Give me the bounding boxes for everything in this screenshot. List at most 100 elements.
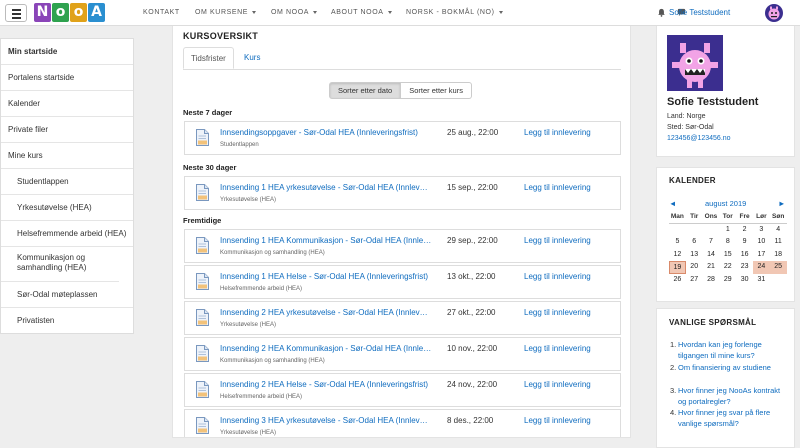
nav-kontakt[interactable]: KONTAKT xyxy=(143,0,180,26)
faq-item[interactable]: 1. Hvordan kan jeg forlenge tilgangen til… xyxy=(670,339,790,361)
faq-item[interactable]: 3. Hvor finner jeg NooAs kontrakt og port… xyxy=(670,385,790,407)
logo-letter: A xyxy=(88,3,105,22)
calendar-day[interactable]: 30 xyxy=(736,274,753,287)
tab-tidsfrister[interactable]: Tidsfrister xyxy=(183,47,234,69)
calendar-day[interactable]: 24 xyxy=(752,261,770,274)
assignment-icon xyxy=(196,184,209,201)
add-submission-link[interactable]: Legg til innlevering xyxy=(524,416,591,425)
calendar-day[interactable]: 23 xyxy=(736,261,753,274)
calendar-day[interactable]: 11 xyxy=(770,236,787,249)
assignment-icon xyxy=(196,273,209,290)
sidebar-item-min-startside[interactable]: Min startside xyxy=(1,39,133,65)
calendar-day[interactable]: 5 xyxy=(669,236,686,249)
deadline-row: Innsending 1 HEA Kommunikasjon - Sør-Oda… xyxy=(184,229,621,263)
weekday-label: Tir xyxy=(685,211,703,224)
calendar-day[interactable]: 13 xyxy=(686,249,703,262)
sidebar-item-privatisten[interactable]: Privatisten xyxy=(1,308,133,333)
sort-by-date-button[interactable]: Sorter etter dato xyxy=(329,82,402,99)
nooa-logo[interactable]: N o o A xyxy=(34,3,106,23)
sidebar-item-yrkesutovelse[interactable]: Yrkesutøvelse (HEA) xyxy=(1,195,133,221)
calendar-day[interactable]: 26 xyxy=(669,274,686,287)
add-submission-link[interactable]: Legg til innlevering xyxy=(524,272,591,281)
profile-avatar[interactable] xyxy=(667,35,723,91)
sidebar-item-private-filer[interactable]: Private filer xyxy=(1,117,133,143)
deadline-title[interactable]: Innsending 2 HEA Helse - Sør-Odal HEA (I… xyxy=(220,380,432,389)
calendar-day[interactable]: 8 xyxy=(719,236,736,249)
calendar-day xyxy=(703,224,720,237)
deadline-date: 13 okt., 22:00 xyxy=(447,272,496,281)
deadline-course: Kommunikasjon og samhandling (HEA) xyxy=(220,250,325,256)
sidebar-item-kommunikasjon[interactable]: Kommunikasjon og samhandling (HEA) xyxy=(1,247,119,282)
calendar-day[interactable]: 6 xyxy=(686,236,703,249)
calendar-day[interactable]: 25 xyxy=(769,261,787,274)
bell-icon[interactable] xyxy=(657,8,666,17)
deadline-title[interactable]: Innsending 1 HEA Kommunikasjon - Sør-Oda… xyxy=(220,236,432,245)
tab-kurs[interactable]: Kurs xyxy=(237,47,267,69)
deadline-title[interactable]: Innsending 2 HEA Kommunikasjon - Sør-Oda… xyxy=(220,344,432,353)
deadline-date: 29 sep., 22:00 xyxy=(447,236,498,245)
deadline-title[interactable]: Innsending 1 HEA Helse - Sør-Odal HEA (I… xyxy=(220,272,432,281)
calendar-day[interactable]: 17 xyxy=(753,249,770,262)
nav-om-kursene[interactable]: OM KURSENE xyxy=(195,0,257,26)
calendar-day[interactable]: 20 xyxy=(686,261,703,274)
sidebar-item-moteplassen[interactable]: Sør-Odal møteplassen xyxy=(1,282,133,308)
add-submission-link[interactable]: Legg til innlevering xyxy=(524,380,591,389)
deadline-title[interactable]: Innsending 2 HEA yrkesutøvelse - Sør-Oda… xyxy=(220,308,432,317)
section-heading: Neste 7 dager xyxy=(183,108,233,117)
calendar-month[interactable]: august 2019 xyxy=(705,199,746,208)
calendar-day[interactable]: 28 xyxy=(703,274,720,287)
user-menu-name[interactable]: Sofie Teststudent xyxy=(669,0,730,26)
nav-om-nooa[interactable]: OM NOOA xyxy=(271,0,318,26)
calendar-day xyxy=(686,224,703,237)
calendar-day[interactable]: 15 xyxy=(719,249,736,262)
calendar-day[interactable]: 3 xyxy=(753,224,770,237)
calendar-block: KALENDER ◄ august 2019 ► Man Tir Ons Tor Fre… xyxy=(656,167,795,302)
calendar-day[interactable]: 18 xyxy=(770,249,787,262)
user-avatar[interactable] xyxy=(765,4,783,22)
deadline-date: 10 nov., 22:00 xyxy=(447,344,498,353)
calendar-next-button[interactable]: ► xyxy=(778,199,785,208)
calendar-day[interactable]: 7 xyxy=(703,236,720,249)
sort-by-course-button[interactable]: Sorter etter kurs xyxy=(401,82,472,99)
deadline-row: Innsending 3 HEA yrkesutøvelse - Sør-Oda… xyxy=(184,409,621,437)
nav-about-nooa[interactable]: ABOUT NOOA xyxy=(331,0,392,26)
add-submission-link[interactable]: Legg til innlevering xyxy=(524,344,591,353)
monster-picture xyxy=(667,35,723,91)
sidebar-item-studentlappen[interactable]: Studentlappen xyxy=(1,169,133,195)
faq-item[interactable]: 2. Om finansiering av studiene xyxy=(670,362,790,373)
calendar-day[interactable]: 12 xyxy=(669,249,686,262)
calendar-day[interactable]: 19 xyxy=(669,261,686,274)
tab-bar: Tidsfrister Kurs xyxy=(183,47,621,70)
calendar-day[interactable]: 14 xyxy=(703,249,720,262)
calendar-day[interactable]: 27 xyxy=(686,274,703,287)
deadline-title[interactable]: Innsending 3 HEA yrkesutøvelse - Sør-Oda… xyxy=(220,416,432,425)
faq-item[interactable]: 4. Hvor finner jeg svar på flere vanlige … xyxy=(670,407,790,429)
add-submission-link[interactable]: Legg til innlevering xyxy=(524,308,591,317)
calendar-day[interactable]: 2 xyxy=(736,224,753,237)
calendar-day[interactable]: 21 xyxy=(703,261,720,274)
calendar-day[interactable]: 16 xyxy=(736,249,753,262)
calendar-day[interactable]: 10 xyxy=(753,236,770,249)
sidebar-item-mine-kurs[interactable]: Mine kurs xyxy=(1,143,133,169)
add-submission-link[interactable]: Legg til innlevering xyxy=(524,236,591,245)
calendar-day[interactable]: 9 xyxy=(736,236,753,249)
add-submission-link[interactable]: Legg til innlevering xyxy=(524,183,591,192)
menu-toggle-button[interactable] xyxy=(5,4,27,22)
calendar-day[interactable]: 1 xyxy=(719,224,736,237)
profile-email[interactable]: 123456@123456.no xyxy=(667,135,731,142)
nav-language[interactable]: NORSK - BOKMÅL (NO) xyxy=(406,0,503,26)
add-submission-link[interactable]: Legg til innlevering xyxy=(524,128,591,137)
deadline-title[interactable]: Innsendingsoppgaver - Sør-Odal HEA (Innl… xyxy=(220,128,432,137)
sidebar-item-helsefremmende[interactable]: Helsefremmende arbeid (HEA) xyxy=(1,221,133,247)
sidebar-item-kalender[interactable]: Kalender xyxy=(1,91,133,117)
calendar-day[interactable]: 29 xyxy=(719,274,736,287)
calendar-day[interactable]: 22 xyxy=(719,261,736,274)
calendar-day[interactable]: 4 xyxy=(770,224,787,237)
deadline-course: Yrkesutøvelse (HEA) xyxy=(220,430,277,436)
calendar-day[interactable]: 31 xyxy=(753,274,770,287)
weekday-label: Søn xyxy=(769,211,787,224)
calendar-prev-button[interactable]: ◄ xyxy=(669,199,676,208)
sidebar-item-portalens-startside[interactable]: Portalens startside xyxy=(1,65,133,91)
deadline-title[interactable]: Innsending 1 HEA yrkesutøvelse - Sør-Oda… xyxy=(220,183,432,192)
profile-name: Sofie Teststudent xyxy=(667,96,759,108)
